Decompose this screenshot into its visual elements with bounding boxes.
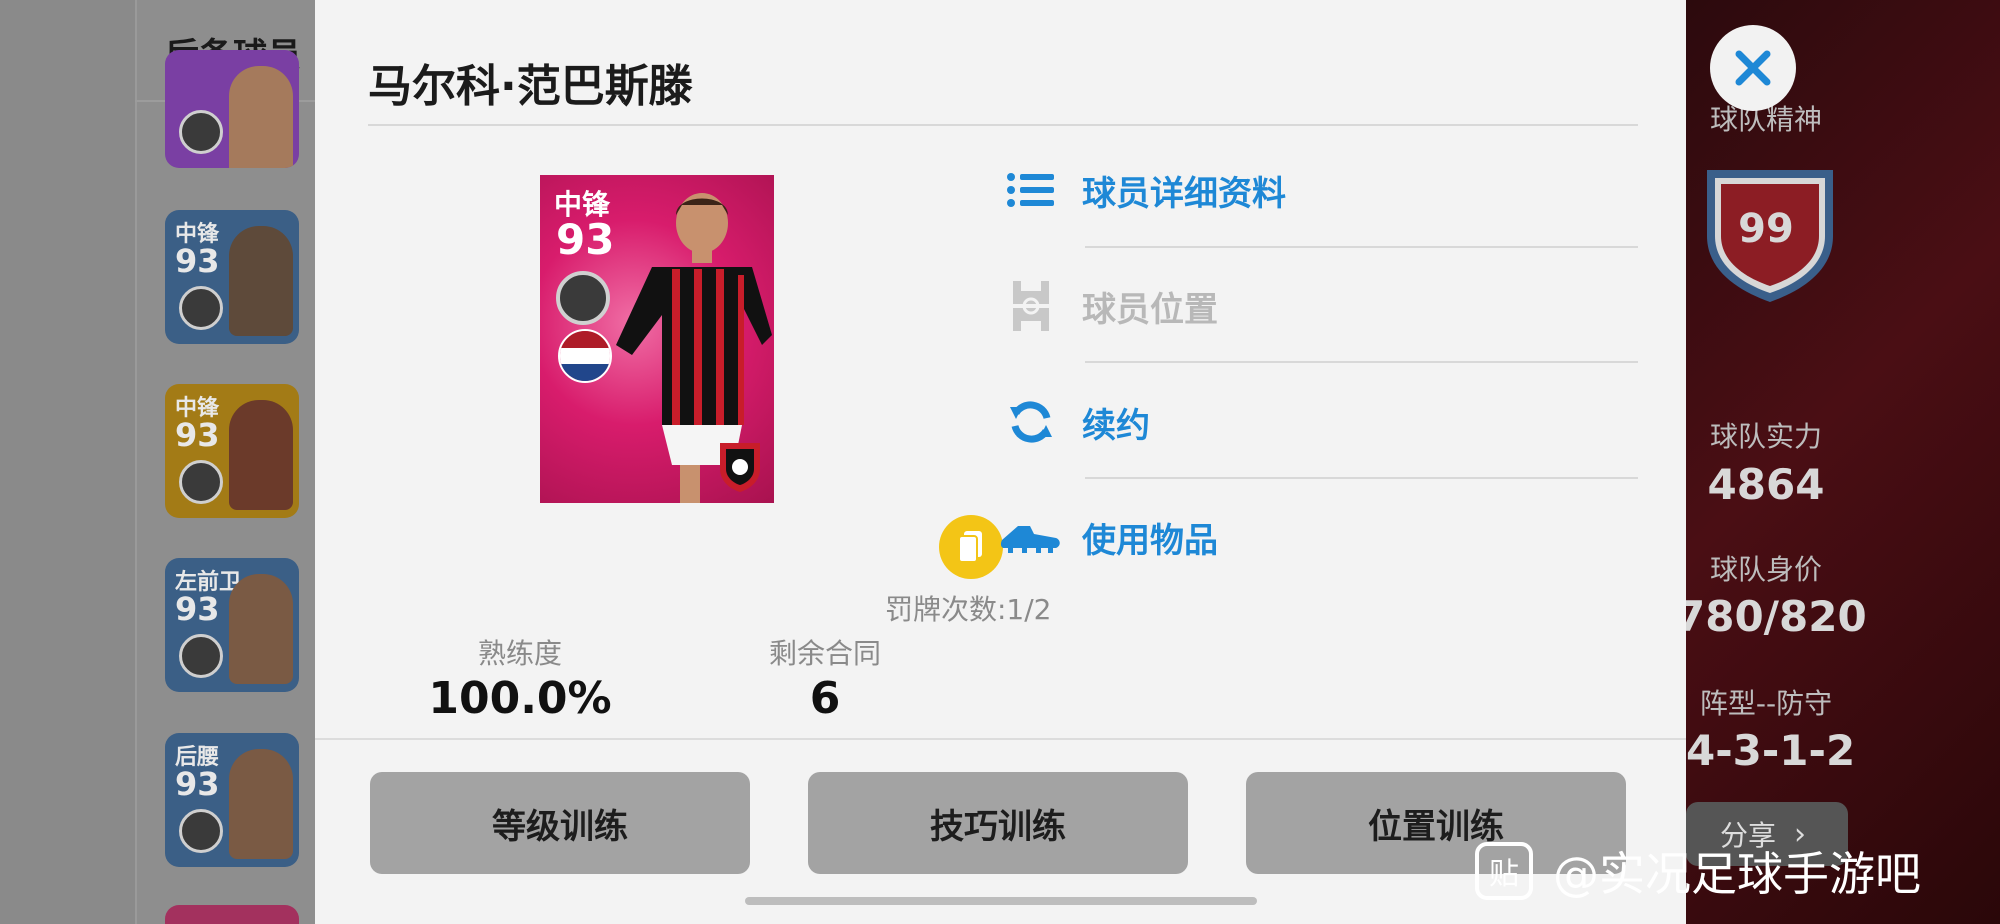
level-training-button[interactable]: 等级训练 bbox=[370, 772, 750, 874]
reserve-player-card[interactable]: 中锋 93 bbox=[165, 384, 299, 518]
reserve-player-card[interactable]: 左前卫 93 bbox=[165, 558, 299, 692]
yellow-card-icon bbox=[939, 515, 1003, 579]
formation-value: 4-3-1-2 bbox=[1686, 726, 1856, 775]
menu-use-item[interactable]: 使用物品 bbox=[1000, 487, 1218, 587]
menu-divider bbox=[1085, 246, 1638, 248]
proficiency-label: 熟练度 bbox=[477, 637, 562, 670]
boot-icon bbox=[1000, 512, 1062, 562]
card-rating: 93 bbox=[175, 765, 220, 803]
tieba-logo-icon: 贴 bbox=[1475, 842, 1533, 900]
player-face bbox=[229, 574, 293, 684]
player-face bbox=[229, 400, 293, 510]
list-icon bbox=[1000, 165, 1062, 215]
team-strength-label: 球队实力 bbox=[1709, 420, 1822, 453]
pitch-icon bbox=[1000, 281, 1062, 331]
watermark-text: @实况足球手游吧 bbox=[1553, 847, 1921, 901]
club-crest-icon bbox=[720, 443, 760, 492]
player-card[interactable]: 中锋 93 bbox=[540, 175, 774, 503]
bottom-divider bbox=[315, 738, 1686, 740]
watermark: 贴 @实况足球手游吧 bbox=[1475, 838, 1921, 904]
menu-label: 球员详细资料 bbox=[1082, 173, 1286, 214]
close-icon bbox=[1735, 50, 1771, 86]
team-value-value: 780/820 bbox=[1676, 592, 1867, 641]
skill-training-button[interactable]: 技巧训练 bbox=[808, 772, 1188, 874]
player-face bbox=[229, 226, 293, 336]
menu-label: 续约 bbox=[1082, 405, 1150, 446]
card-rating: 93 bbox=[175, 590, 220, 628]
reserve-panel: 后备球员 中锋 93 中锋 93 左前卫 93 后腰 93 bbox=[0, 0, 320, 924]
reserve-player-card[interactable] bbox=[165, 50, 299, 168]
menu-renew-contract[interactable]: 续约 bbox=[1000, 372, 1150, 472]
skill-badge-icon bbox=[179, 460, 223, 504]
team-summary-panel: 球队精神 99 球队实力 4864 球队身价 780/820 阵型--防守 4-… bbox=[1676, 0, 2000, 924]
refresh-icon bbox=[1000, 397, 1062, 447]
menu-label: 球员位置 bbox=[1082, 289, 1218, 330]
menu-player-details[interactable]: 球员详细资料 bbox=[1000, 140, 1286, 240]
contract-value: 6 bbox=[809, 673, 841, 724]
team-value-label: 球队身价 bbox=[1709, 553, 1822, 586]
menu-divider bbox=[1085, 361, 1638, 363]
menu-label: 使用物品 bbox=[1082, 520, 1218, 561]
close-button[interactable] bbox=[1710, 25, 1796, 111]
skill-badge-icon bbox=[179, 286, 223, 330]
team-spirit-value: 99 bbox=[1738, 206, 1794, 252]
skill-badge-icon bbox=[179, 809, 223, 853]
skill-badge-icon bbox=[179, 634, 223, 678]
card-count-text: 罚牌次数:1/2 bbox=[885, 593, 1052, 626]
reserve-player-card[interactable]: 中锋 93 bbox=[165, 210, 299, 344]
formation-label: 阵型--防守 bbox=[1699, 687, 1833, 720]
title-divider bbox=[368, 124, 1638, 126]
reserve-player-card[interactable]: 后腰 93 bbox=[165, 733, 299, 867]
skill-badge-icon bbox=[179, 110, 223, 154]
home-indicator[interactable] bbox=[745, 897, 1257, 905]
player-action-modal: 马尔科·范巴斯滕 中锋 93 罚牌次数:1/2 熟练度 100.0% 剩余合同 … bbox=[315, 0, 1686, 924]
menu-divider bbox=[1085, 477, 1638, 479]
card-rating: 93 bbox=[175, 416, 220, 454]
team-strength-value: 4864 bbox=[1707, 460, 1825, 509]
player-face bbox=[229, 66, 293, 168]
player-face bbox=[229, 749, 293, 859]
menu-player-position: 球员位置 bbox=[1000, 256, 1218, 356]
card-rating: 93 bbox=[175, 242, 220, 280]
proficiency-value: 100.0% bbox=[428, 673, 612, 724]
contract-label: 剩余合同 bbox=[768, 637, 881, 670]
player-name-title: 马尔科·范巴斯滕 bbox=[368, 61, 693, 112]
reserve-player-card[interactable] bbox=[165, 905, 299, 924]
